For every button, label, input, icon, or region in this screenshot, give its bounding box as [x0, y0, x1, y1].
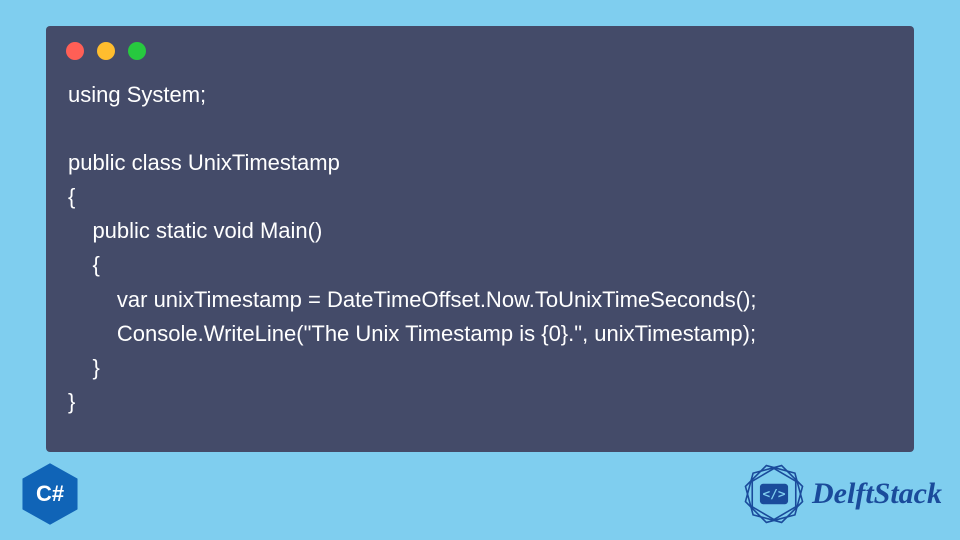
close-icon[interactable] — [66, 42, 84, 60]
window-titlebar — [46, 26, 914, 68]
footer: C# </> DelftStack — [18, 460, 942, 528]
csharp-badge: C# — [18, 462, 82, 526]
brand-name: DelftStack — [812, 477, 942, 511]
brand-logo-icon: </> — [742, 462, 806, 526]
code-content: using System; public class UnixTimestamp… — [46, 68, 914, 441]
csharp-label: C# — [36, 481, 64, 507]
minimize-icon[interactable] — [97, 42, 115, 60]
code-window: using System; public class UnixTimestamp… — [46, 26, 914, 452]
brand: </> DelftStack — [742, 462, 942, 526]
svg-text:</>: </> — [762, 487, 785, 502]
maximize-icon[interactable] — [128, 42, 146, 60]
